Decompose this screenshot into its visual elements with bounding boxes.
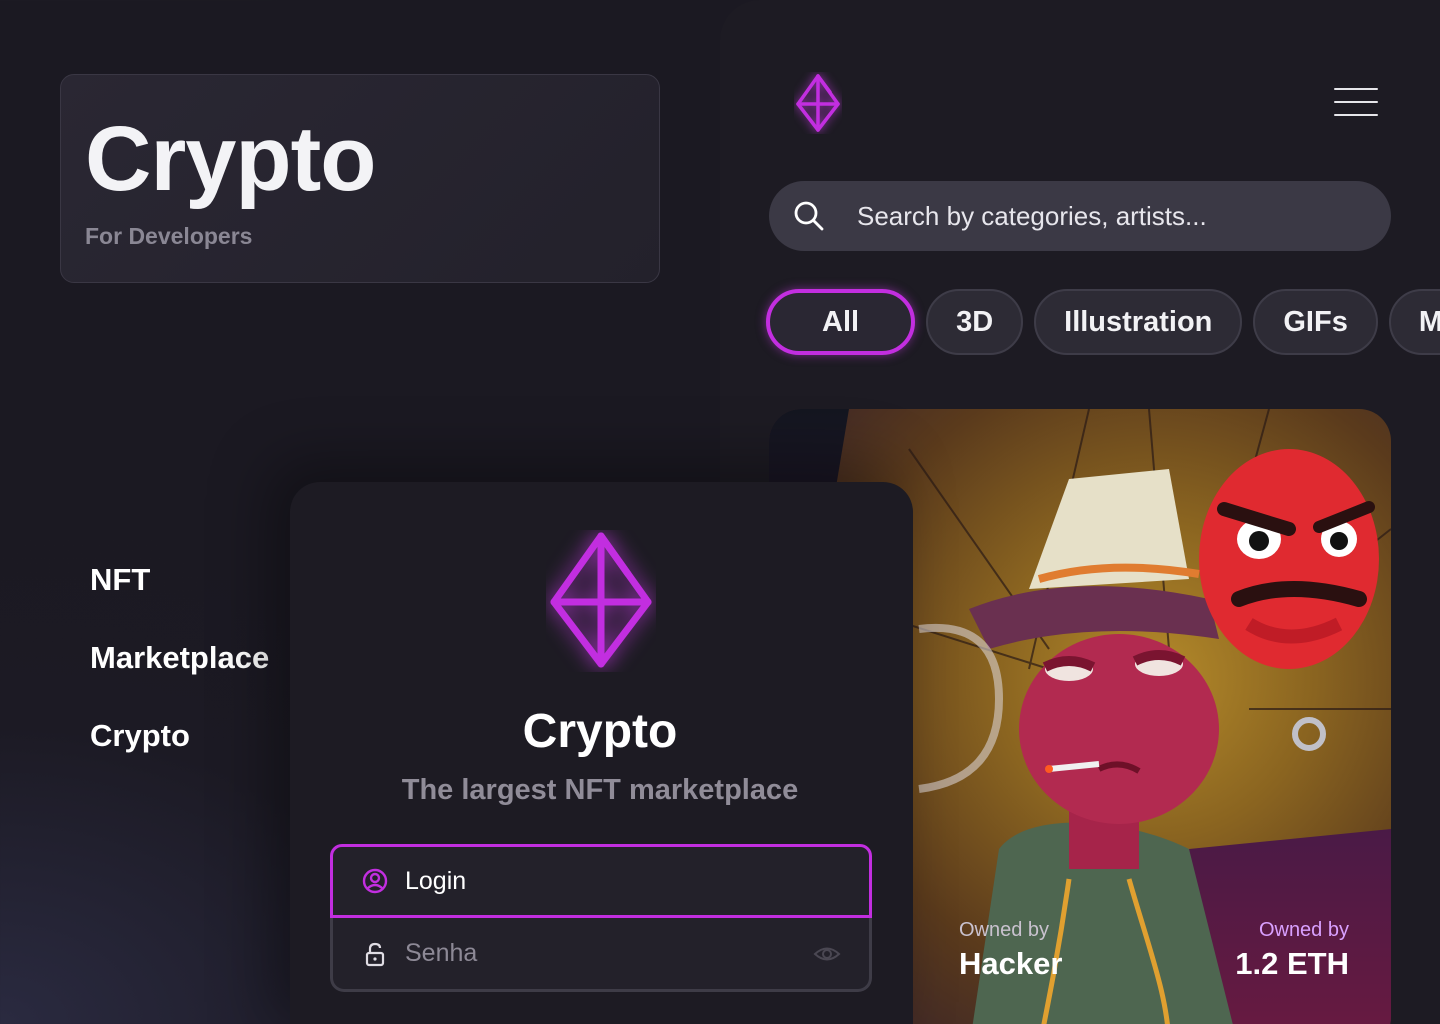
ethereum-diamond-icon [550,532,652,668]
nft-owner-right: Owned by 1.2 ETH [1235,919,1349,982]
page-title: Crypto [85,108,376,210]
title-card: Crypto For Developers [60,74,660,283]
category-chip-gifs[interactable]: GIFs [1253,289,1378,355]
nav-item-marketplace[interactable]: Marketplace [90,640,269,718]
eye-icon[interactable] [813,943,841,965]
owner-name: Hacker [959,946,1063,981]
category-chip-all[interactable]: All [766,289,916,355]
side-nav: NFT Marketplace Crypto [90,562,269,796]
category-chip-more[interactable]: Mo [1388,289,1440,355]
nft-owner-left: Owned by Hacker [959,919,1062,982]
ethereum-diamond-icon[interactable] [794,72,842,134]
login-card: Crypto The largest NFT marketplace [290,482,913,1024]
login-field[interactable] [330,844,872,918]
user-circle-icon [362,868,388,894]
page-subtitle: For Developers [85,223,253,249]
nav-item-crypto[interactable]: Crypto [90,718,269,796]
login-tagline: The largest NFT marketplace [401,774,799,806]
hamburger-menu-icon[interactable] [1334,88,1378,120]
category-chip-illustration[interactable]: Illustration [1034,289,1243,355]
category-chips: All 3D Illustration GIFs Mo [766,289,1440,355]
category-chip-3d[interactable]: 3D [926,289,1024,355]
nft-price: 1.2 ETH [1235,946,1349,981]
login-title: Crypto [522,705,678,758]
search-icon [794,201,824,231]
owner-label: Owned by [959,919,1050,941]
search-bar[interactable] [769,181,1391,251]
login-input[interactable] [405,847,805,915]
password-input[interactable] [405,918,805,989]
password-field[interactable] [330,918,872,992]
search-input[interactable] [857,181,1357,251]
owner-label: Owned by [1258,919,1349,941]
lock-icon [365,942,385,966]
nav-item-nft[interactable]: NFT [90,562,269,640]
